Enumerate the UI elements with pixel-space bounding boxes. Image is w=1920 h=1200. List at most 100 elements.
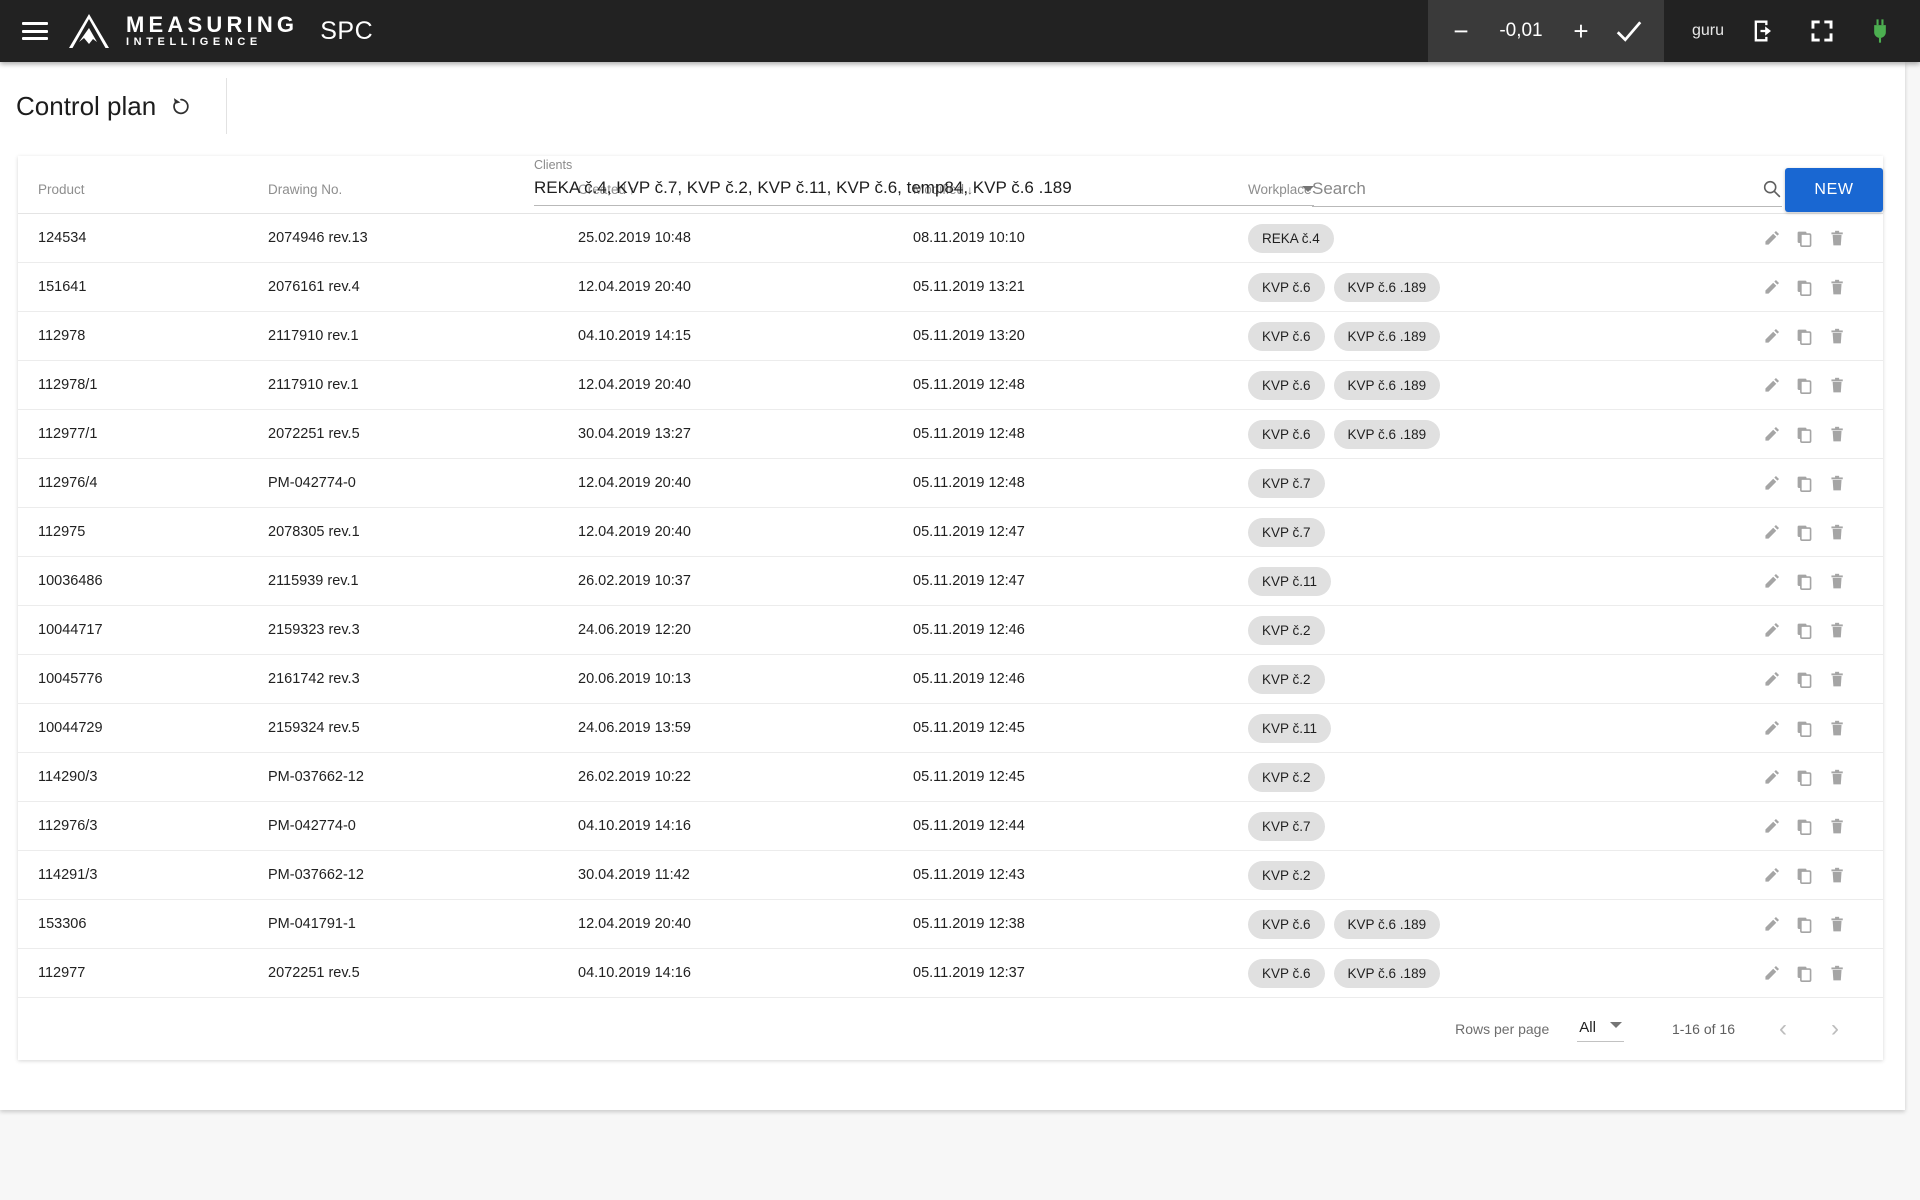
delete-icon[interactable] [1829, 524, 1846, 541]
table-row[interactable]: 114290/3 PM-037662-12 26.02.2019 10:22 05.1… [18, 752, 1883, 802]
table-row[interactable]: 112976/4 PM-042774-0 12.04.2019 20:40 05.11… [18, 458, 1883, 508]
edit-icon[interactable] [1763, 230, 1780, 247]
table-row[interactable]: 112977 2072251 rev.5 04.10.2019 14:16 05.11… [18, 948, 1883, 998]
restore-icon[interactable] [170, 95, 192, 117]
delete-icon[interactable] [1829, 671, 1846, 688]
chevron-down-icon[interactable] [1609, 1022, 1622, 1028]
delete-icon[interactable] [1829, 328, 1846, 345]
workplace-chip[interactable]: KVP č.2 [1248, 615, 1325, 645]
table-row[interactable]: 112977/1 2072251 rev.5 30.04.2019 13:27 05.… [18, 409, 1883, 459]
delete-icon[interactable] [1829, 426, 1846, 443]
table-row[interactable]: 114291/3 PM-037662-12 30.04.2019 11:42 05.1… [18, 850, 1883, 900]
rows-per-page-select[interactable]: All [1577, 1017, 1624, 1042]
delete-icon[interactable] [1829, 916, 1846, 933]
copy-icon[interactable] [1796, 377, 1813, 394]
edit-icon[interactable] [1763, 818, 1780, 835]
new-button[interactable]: NEW [1785, 168, 1883, 212]
workplace-chip[interactable]: KVP č.7 [1248, 517, 1325, 547]
workplace-chip[interactable]: KVP č.6 .189 [1333, 370, 1441, 400]
table-row[interactable]: 10036486 2115939 rev.1 26.02.2019 10:37 05.… [18, 556, 1883, 606]
delete-icon[interactable] [1829, 965, 1846, 982]
column-header-product[interactable]: Product [18, 156, 268, 214]
workplace-chip[interactable]: KVP č.11 [1248, 566, 1332, 596]
workplace-chip[interactable]: KVP č.6 .189 [1333, 909, 1441, 939]
offset-increment-button[interactable]: + [1568, 18, 1594, 44]
edit-icon[interactable] [1763, 573, 1780, 590]
workplace-chip[interactable]: KVP č.6 .189 [1333, 419, 1441, 449]
edit-icon[interactable] [1763, 867, 1780, 884]
delete-icon[interactable] [1829, 475, 1846, 492]
edit-icon[interactable] [1763, 720, 1780, 737]
delete-icon[interactable] [1829, 279, 1846, 296]
edit-icon[interactable] [1763, 279, 1780, 296]
check-icon[interactable] [1614, 16, 1644, 46]
clients-filter[interactable]: Clients REKA č.4, KVP č.7, KVP č.2, KVP … [534, 158, 1314, 206]
copy-icon[interactable] [1796, 328, 1813, 345]
search-input[interactable]: Search [1312, 179, 1761, 199]
edit-icon[interactable] [1763, 671, 1780, 688]
table-row[interactable]: 112976/3 PM-042774-0 04.10.2019 14:16 05.11… [18, 801, 1883, 851]
table-row[interactable]: 153306 PM-041791-1 12.04.2019 20:40 05.11.2… [18, 899, 1883, 949]
workplace-chip[interactable]: KVP č.6 .189 [1333, 958, 1441, 988]
table-row[interactable]: 124534 2074946 rev.13 25.02.2019 10:48 08.1… [18, 213, 1883, 263]
delete-icon[interactable] [1829, 230, 1846, 247]
workplace-chip[interactable]: KVP č.7 [1248, 468, 1325, 498]
delete-icon[interactable] [1829, 622, 1846, 639]
workplace-chip[interactable]: KVP č.6 [1248, 419, 1325, 449]
column-header-drawing[interactable]: Drawing No. [268, 156, 578, 214]
workplace-chip[interactable]: KVP č.6 [1248, 272, 1325, 302]
chevron-right-icon[interactable]: › [1831, 1017, 1839, 1041]
copy-icon[interactable] [1796, 524, 1813, 541]
fullscreen-icon[interactable] [1808, 17, 1836, 45]
table-row[interactable]: 151641 2076161 rev.4 12.04.2019 20:40 05.11… [18, 262, 1883, 312]
search-field[interactable]: Search [1312, 158, 1782, 207]
edit-icon[interactable] [1763, 377, 1780, 394]
delete-icon[interactable] [1829, 867, 1846, 884]
delete-icon[interactable] [1829, 769, 1846, 786]
edit-icon[interactable] [1763, 965, 1780, 982]
plug-icon[interactable] [1866, 17, 1894, 45]
copy-icon[interactable] [1796, 475, 1813, 492]
workplace-chip[interactable]: KVP č.6 .189 [1333, 321, 1441, 351]
table-row[interactable]: 10045776 2161742 rev.3 20.06.2019 10:13 05.… [18, 654, 1883, 704]
edit-icon[interactable] [1763, 475, 1780, 492]
workplace-chip[interactable]: KVP č.6 [1248, 321, 1325, 351]
workplace-chip[interactable]: KVP č.6 [1248, 958, 1325, 988]
table-row[interactable]: 112978/1 2117910 rev.1 12.04.2019 20:40 05.… [18, 360, 1883, 410]
table-row[interactable]: 10044729 2159324 rev.5 24.06.2019 13:59 05.… [18, 703, 1883, 753]
copy-icon[interactable] [1796, 867, 1813, 884]
delete-icon[interactable] [1829, 818, 1846, 835]
workplace-chip[interactable]: KVP č.6 [1248, 909, 1325, 939]
logout-icon[interactable] [1750, 17, 1778, 45]
table-row[interactable]: 10044717 2159323 rev.3 24.06.2019 12:20 05.… [18, 605, 1883, 655]
edit-icon[interactable] [1763, 426, 1780, 443]
copy-icon[interactable] [1796, 230, 1813, 247]
copy-icon[interactable] [1796, 965, 1813, 982]
offset-decrement-button[interactable]: − [1448, 18, 1474, 44]
table-row[interactable]: 112978 2117910 rev.1 04.10.2019 14:15 05.11… [18, 311, 1883, 361]
edit-icon[interactable] [1763, 328, 1780, 345]
hamburger-menu-icon[interactable] [22, 22, 48, 40]
copy-icon[interactable] [1796, 426, 1813, 443]
copy-icon[interactable] [1796, 818, 1813, 835]
workplace-chip[interactable]: KVP č.6 [1248, 370, 1325, 400]
copy-icon[interactable] [1796, 279, 1813, 296]
edit-icon[interactable] [1763, 524, 1780, 541]
table-row[interactable]: 112975 2078305 rev.1 12.04.2019 20:40 05.11… [18, 507, 1883, 557]
workplace-chip[interactable]: KVP č.2 [1248, 762, 1325, 792]
delete-icon[interactable] [1829, 720, 1846, 737]
delete-icon[interactable] [1829, 377, 1846, 394]
delete-icon[interactable] [1829, 573, 1846, 590]
copy-icon[interactable] [1796, 769, 1813, 786]
copy-icon[interactable] [1796, 671, 1813, 688]
copy-icon[interactable] [1796, 720, 1813, 737]
workplace-chip[interactable]: KVP č.2 [1248, 860, 1325, 890]
workplace-chip[interactable]: KVP č.11 [1248, 713, 1332, 743]
chevron-left-icon[interactable]: ‹ [1779, 1017, 1787, 1041]
edit-icon[interactable] [1763, 916, 1780, 933]
copy-icon[interactable] [1796, 916, 1813, 933]
workplace-chip[interactable]: KVP č.6 .189 [1333, 272, 1441, 302]
edit-icon[interactable] [1763, 622, 1780, 639]
copy-icon[interactable] [1796, 573, 1813, 590]
copy-icon[interactable] [1796, 622, 1813, 639]
